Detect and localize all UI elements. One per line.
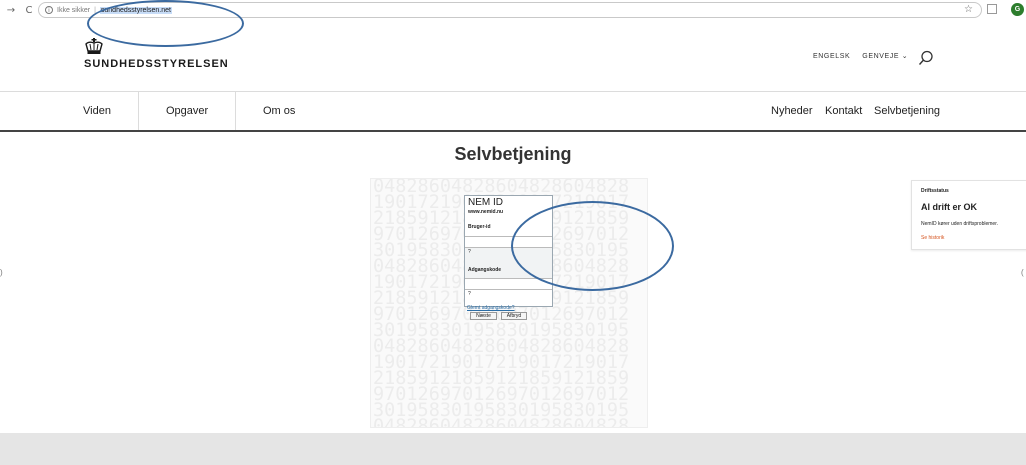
back-arrow-icon[interactable]: → bbox=[4, 3, 18, 17]
info-icon[interactable]: i bbox=[45, 6, 53, 14]
status-title: Al drift er OK bbox=[921, 202, 978, 212]
password-help-icon[interactable]: ? bbox=[468, 291, 471, 297]
forgot-password-link[interactable]: Glemt adgangskode? bbox=[467, 305, 515, 311]
user-id-help-icon[interactable]: ? bbox=[468, 249, 471, 255]
edge-mark-right: ( bbox=[1021, 268, 1024, 277]
edge-mark-left: ) bbox=[0, 268, 3, 277]
main-navigation: Viden Opgaver Om os Nyheder Kontakt Selv… bbox=[0, 92, 1026, 130]
page-title: Selvbetjening bbox=[454, 144, 572, 164]
search-icon[interactable] bbox=[918, 50, 934, 66]
nav-item-kontakt[interactable]: Kontakt bbox=[825, 92, 862, 130]
nemid-login-panel: NEM ID www.nemid.nu Bruger-id ? Adgangsk… bbox=[464, 195, 553, 307]
footer bbox=[0, 433, 1026, 465]
nav-item-viden[interactable]: Viden bbox=[83, 92, 111, 130]
url-separator: | bbox=[94, 6, 96, 14]
next-button[interactable]: Næste bbox=[470, 312, 497, 320]
nav-item-nyheder[interactable]: Nyheder bbox=[771, 92, 813, 130]
nav-separator bbox=[235, 92, 236, 130]
link-shortcuts[interactable]: GENVEJE ⌄ bbox=[862, 52, 908, 60]
bookmark-star-icon[interactable]: ☆ bbox=[964, 4, 973, 15]
status-box: Driftsstatus Al drift er OK NemID kører … bbox=[911, 180, 1026, 250]
crown-icon bbox=[85, 38, 103, 54]
user-id-input[interactable] bbox=[465, 236, 552, 248]
status-history-link[interactable]: Se historik bbox=[921, 235, 944, 241]
password-input[interactable] bbox=[465, 278, 552, 290]
security-label: Ikke sikker bbox=[57, 6, 91, 14]
nav-divider bbox=[0, 130, 1026, 132]
user-id-label: Bruger-id bbox=[468, 224, 491, 230]
nemid-login-frame: 04828604828604828604828 1901721901721901… bbox=[370, 178, 648, 428]
address-bar[interactable]: i Ikke sikker | sundhedsstyrelsen.net ☆ bbox=[38, 2, 982, 18]
status-heading: Driftsstatus bbox=[921, 188, 949, 194]
nemid-logo: NEM ID bbox=[468, 197, 503, 208]
nav-item-opgaver[interactable]: Opgaver bbox=[166, 92, 208, 130]
status-description: NemID kører uden driftsproblemer. bbox=[921, 221, 998, 227]
profile-avatar[interactable]: G bbox=[1011, 3, 1024, 16]
nav-item-selvbetjening[interactable]: Selvbetjening bbox=[874, 92, 940, 130]
password-label: Adgangskode bbox=[468, 267, 502, 273]
logo-text: SUNDHEDSSTYRELSEN bbox=[84, 58, 229, 70]
extension-icon[interactable] bbox=[987, 4, 997, 14]
nemid-site: www.nemid.nu bbox=[468, 209, 504, 215]
cancel-button[interactable]: Afbryd bbox=[501, 312, 527, 320]
reload-icon[interactable]: C bbox=[22, 3, 36, 17]
nav-item-om-os[interactable]: Om os bbox=[263, 92, 295, 130]
nav-separator bbox=[138, 92, 139, 130]
link-english[interactable]: ENGELSK bbox=[813, 53, 850, 60]
utility-nav: ENGELSK GENVEJE ⌄ bbox=[813, 52, 920, 61]
url-text[interactable]: sundhedsstyrelsen.net bbox=[99, 6, 172, 14]
